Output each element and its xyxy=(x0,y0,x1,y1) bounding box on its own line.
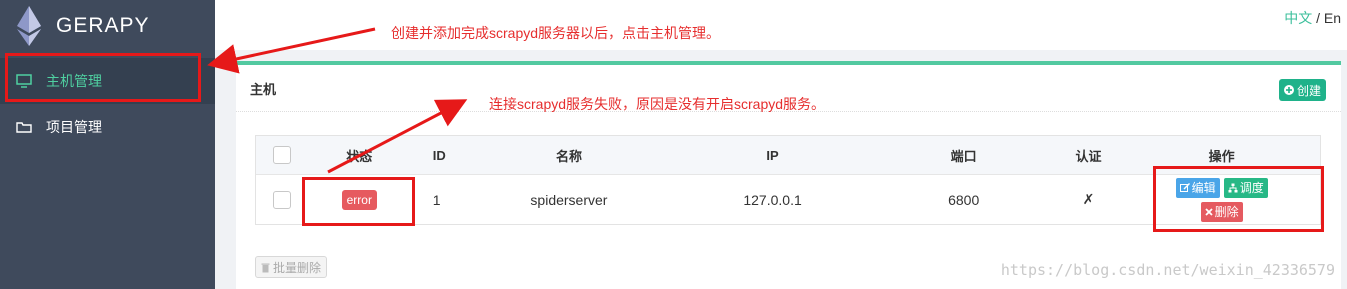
edit-button[interactable]: 编辑 xyxy=(1175,177,1220,198)
brand-name: GERAPY xyxy=(56,14,150,37)
batch-delete-label: 批量删除 xyxy=(273,260,322,275)
cell-id: 1 xyxy=(432,191,441,208)
cell-name: spiderserver xyxy=(530,191,608,208)
hosts-table: 状态 ID 名称 IP 端口 认证 操作 error 1 spiderserve… xyxy=(255,135,1321,225)
create-button[interactable]: 创建 xyxy=(1278,79,1326,101)
folder-icon xyxy=(16,122,32,133)
plus-icon xyxy=(1283,85,1294,95)
batch-delete-button[interactable]: 批量删除 xyxy=(255,256,328,278)
edit-icon xyxy=(1179,182,1190,192)
sidebar: GERAPY 主机管理 项目管理 xyxy=(0,0,215,289)
status-badge: error xyxy=(341,189,377,210)
header-ip: IP xyxy=(766,147,779,163)
row-checkbox[interactable] xyxy=(272,190,291,209)
delete-button[interactable]: 删除 xyxy=(1200,201,1243,222)
trash-icon xyxy=(261,263,270,272)
header-name: 名称 xyxy=(555,148,582,164)
panel-title: 主机 xyxy=(250,81,277,97)
header-operations: 操作 xyxy=(1208,148,1235,164)
select-all-checkbox[interactable] xyxy=(272,146,291,164)
sidebar-item-label: 主机管理 xyxy=(46,73,102,89)
cell-auth: ✗ xyxy=(1082,191,1095,207)
header-auth: 认证 xyxy=(1075,148,1102,164)
sidebar-item-label: 项目管理 xyxy=(46,119,102,135)
ethereum-logo-icon xyxy=(17,6,41,46)
top-bar: 中文 / En xyxy=(215,0,1347,50)
brand[interactable]: GERAPY xyxy=(0,0,215,52)
header-status: 状态 xyxy=(346,148,373,164)
monitor-icon xyxy=(16,74,32,88)
lang-chinese-link[interactable]: 中文 xyxy=(1284,10,1312,26)
header-id: ID xyxy=(432,147,446,163)
lang-english-link[interactable]: En xyxy=(1324,10,1341,26)
table-row: error 1 spiderserver 127.0.0.1 6800 ✗ 编辑 xyxy=(256,175,1320,224)
header-port: 端口 xyxy=(950,148,977,164)
schedule-button-label: 调度 xyxy=(1239,181,1264,195)
annotation-top: 创建并添加完成scrapyd服务器以后，点击主机管理。 xyxy=(391,25,721,41)
cell-ip: 127.0.0.1 xyxy=(743,191,802,208)
lang-separator: / xyxy=(1312,10,1324,26)
sitemap-icon xyxy=(1228,183,1238,192)
create-button-label: 创建 xyxy=(1296,83,1321,98)
watermark: https://blog.csdn.net/weixin_42336579 xyxy=(1000,261,1335,279)
row-actions: 编辑 调度 删除 xyxy=(1123,177,1320,222)
edit-button-label: 编辑 xyxy=(1191,181,1216,195)
table-header: 状态 ID 名称 IP 端口 认证 操作 xyxy=(256,136,1320,175)
cell-port: 6800 xyxy=(948,191,980,208)
delete-button-label: 删除 xyxy=(1214,205,1239,219)
sidebar-item-project-management[interactable]: 项目管理 xyxy=(0,104,215,150)
annotation-middle: 连接scrapyd服务失败，原因是没有开启scrapyd服务。 xyxy=(489,96,826,112)
language-switcher: 中文 / En xyxy=(1284,8,1341,28)
close-icon xyxy=(1205,207,1213,216)
schedule-button[interactable]: 调度 xyxy=(1223,177,1268,198)
sidebar-item-host-management[interactable]: 主机管理 xyxy=(0,58,215,104)
